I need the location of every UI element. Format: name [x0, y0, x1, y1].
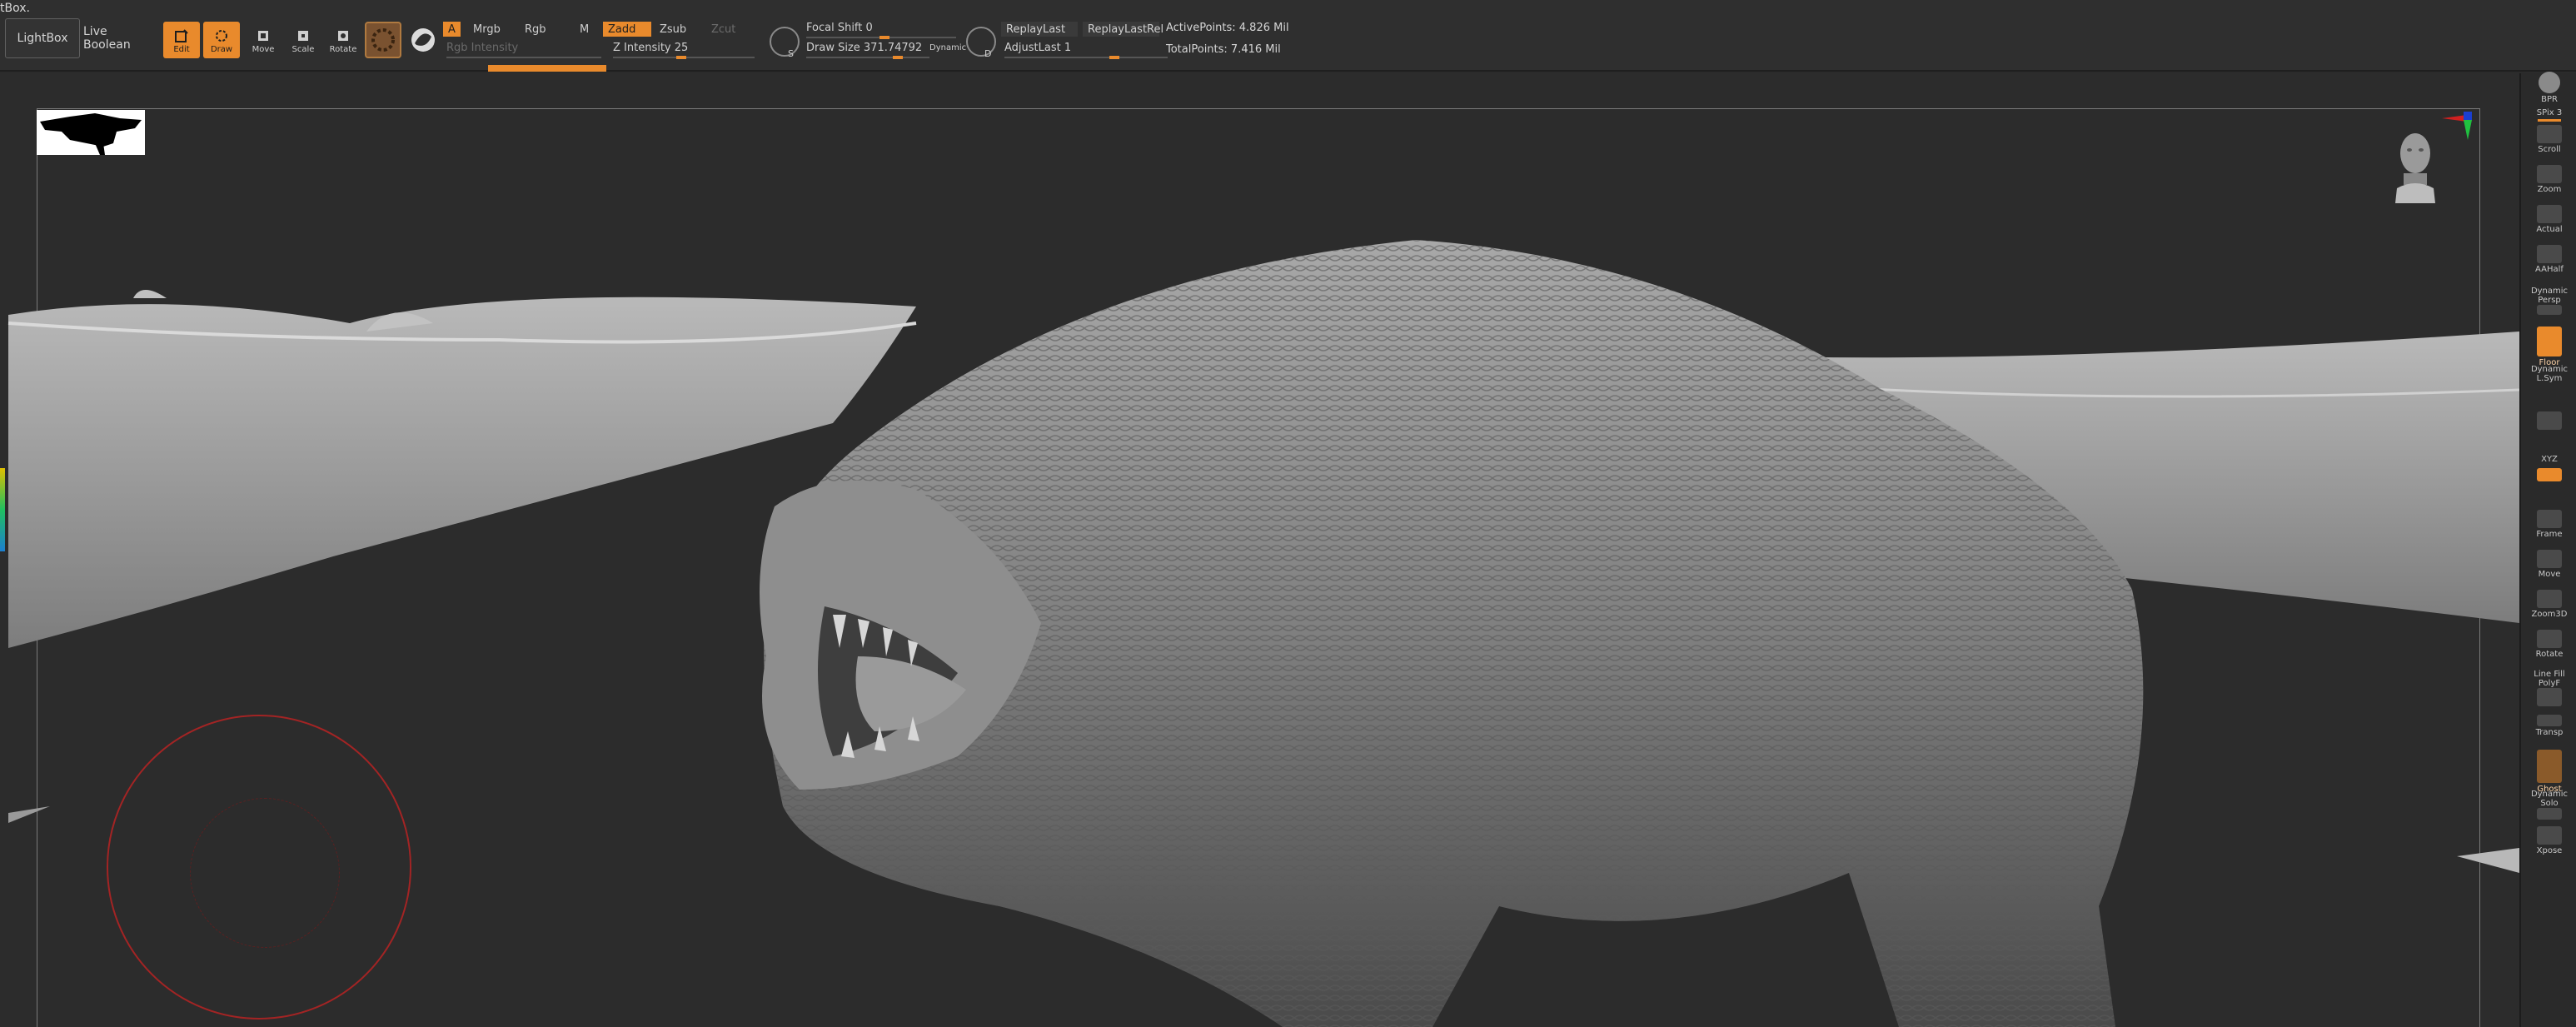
zcut-toggle[interactable]: Zcut	[706, 22, 740, 37]
color-swatch[interactable]	[406, 22, 443, 58]
scroll-button[interactable]: Scroll	[2529, 125, 2569, 154]
polyf-icon	[2537, 688, 2562, 706]
brush-focal-cursor	[190, 798, 340, 948]
move-view-button[interactable]: Move	[2529, 550, 2569, 579]
aahalf-icon	[2537, 245, 2562, 263]
edit-tool-button[interactable]: Edit	[163, 22, 200, 58]
material-swatch[interactable]	[365, 22, 401, 58]
lightbox-button[interactable]: LightBox	[5, 18, 80, 58]
draw-icon	[216, 29, 227, 42]
zadd-toggle[interactable]: Zadd	[603, 22, 651, 37]
scale-tool-label: Scale	[291, 44, 315, 54]
xpose-button[interactable]: Xpose	[2529, 826, 2569, 855]
spix-button[interactable]: SPix 3	[2529, 108, 2569, 122]
adjust-last-slider[interactable]	[1004, 57, 1168, 58]
ghost-button[interactable]: Ghost	[2529, 750, 2569, 794]
rotate-axis-toggle[interactable]	[2529, 468, 2569, 483]
edit-tool-label: Edit	[173, 44, 190, 54]
actual-button[interactable]: Actual	[2529, 205, 2569, 234]
rgb-intensity-slider[interactable]	[446, 57, 601, 58]
active-points-stat: ActivePoints: 4.826 Mil	[1166, 22, 1289, 34]
z-intensity-label: Z Intensity 25	[613, 42, 689, 54]
zoom-button[interactable]: Zoom	[2529, 165, 2569, 194]
m-toggle[interactable]: M	[575, 22, 594, 37]
focal-shift-knob[interactable]	[879, 36, 889, 39]
move-icon	[258, 30, 268, 41]
rotate-tool-button[interactable]: Rotate	[325, 22, 361, 58]
color-sphere-icon	[411, 28, 435, 52]
persp-button[interactable]: Dynamic Persp	[2529, 287, 2569, 317]
move-hand-icon	[2537, 550, 2562, 568]
draw-tool-label: Draw	[210, 44, 233, 54]
floor-button[interactable]: Floor	[2529, 327, 2569, 367]
spix-slider[interactable]	[2538, 119, 2561, 122]
persp-icon	[2537, 305, 2562, 315]
live-boolean-button[interactable]: Live Boolean	[83, 18, 148, 58]
dynamic-toggle[interactable]: Dynamic	[929, 43, 966, 52]
rotate-view-button[interactable]: Rotate	[2529, 630, 2569, 659]
scale-tool-button[interactable]: Scale	[285, 22, 321, 58]
material-sphere-icon	[371, 28, 395, 52]
draw-size-label: Draw Size 371.74792	[806, 42, 923, 54]
lock-button[interactable]	[2529, 411, 2569, 431]
a-mode-toggle[interactable]: A	[443, 22, 461, 37]
lsym-button[interactable]: Dynamic L.Sym	[2529, 365, 2569, 383]
zsub-toggle[interactable]: Zsub	[655, 22, 691, 37]
mrgb-toggle[interactable]: Mrgb	[468, 22, 506, 37]
rgb-intensity-label: Rgb Intensity	[446, 42, 519, 54]
solo-icon	[2537, 808, 2562, 820]
xpose-icon	[2537, 826, 2562, 845]
frame-icon	[2537, 510, 2562, 528]
draw-size-slider[interactable]	[806, 57, 929, 58]
zoom-icon	[2537, 165, 2562, 183]
transp-button[interactable]: Transp	[2529, 715, 2569, 737]
move-tool-label: Move	[252, 44, 275, 54]
total-points-stat: TotalPoints: 7.416 Mil	[1166, 43, 1281, 56]
rotate-tool-label: Rotate	[329, 44, 357, 54]
hand-icon	[2537, 125, 2562, 143]
transp-icon	[2537, 715, 2562, 726]
edit-icon	[175, 28, 188, 42]
z-intensity-knob[interactable]	[676, 56, 686, 59]
xyz-button[interactable]: XYZ	[2529, 445, 2569, 464]
solo-button[interactable]: Dynamic Solo	[2529, 790, 2569, 821]
actual-icon	[2537, 205, 2562, 223]
adjust-last-label: AdjustLast 1	[1004, 42, 1072, 54]
rotate-view-icon	[2537, 630, 2562, 648]
bpr-sphere-icon	[2539, 72, 2560, 93]
bpr-button[interactable]: BPR	[2529, 72, 2569, 104]
move-tool-button[interactable]: Move	[245, 22, 282, 58]
aahalf-button[interactable]: AAHalf	[2529, 245, 2569, 274]
rotate-axis-icon	[2537, 468, 2562, 481]
canvas-viewport[interactable]	[0, 73, 2519, 1027]
draw-tool-button[interactable]: Draw	[203, 22, 240, 58]
replay-last-button[interactable]: ReplayLast	[1001, 22, 1078, 37]
focal-shift-label: Focal Shift 0	[806, 22, 873, 34]
adjust-last-knob[interactable]	[1109, 56, 1119, 59]
floor-icon	[2537, 327, 2562, 356]
truncated-title: tBox.	[0, 2, 30, 15]
lock-icon	[2537, 411, 2562, 430]
d-label: D	[984, 48, 992, 59]
rgb-toggle[interactable]: Rgb	[520, 22, 551, 37]
zoom3d-icon	[2537, 590, 2562, 608]
replay-last-rel-button[interactable]: ReplayLastRel	[1083, 22, 1163, 37]
s-label: S	[788, 48, 794, 59]
polyf-button[interactable]: Line Fill PolyF	[2529, 670, 2569, 708]
zoom3d-button[interactable]: Zoom3D	[2529, 590, 2569, 619]
xyz-icon	[2537, 445, 2562, 453]
top-toolbar: tBox. LightBox Live Boolean Edit Draw Mo…	[0, 0, 2576, 72]
ghost-icon	[2537, 750, 2562, 783]
rotate-icon	[338, 30, 348, 41]
adjust-icon[interactable]	[966, 27, 996, 57]
activity-progress-bar	[488, 65, 606, 72]
scale-icon	[298, 30, 308, 41]
frame-button[interactable]: Frame	[2529, 510, 2569, 539]
draw-size-knob[interactable]	[893, 56, 903, 59]
right-shelf: BPR SPix 3 Scroll Zoom Actual AAHalf Dyn…	[2519, 72, 2576, 1027]
focal-shift-icon[interactable]	[770, 27, 800, 57]
